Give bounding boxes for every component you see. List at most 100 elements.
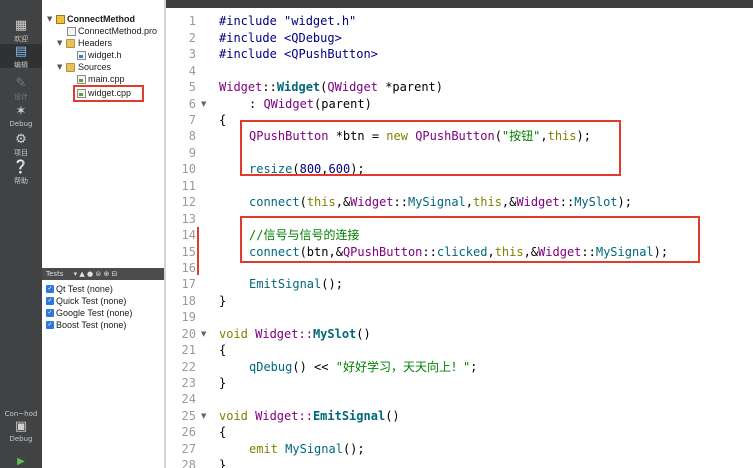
- tree-pro-file[interactable]: ConnectMethod.pro: [78, 25, 157, 37]
- code-line-26: {: [219, 424, 226, 440]
- line-number: 27: [181, 442, 196, 456]
- token: MySlot: [574, 195, 618, 209]
- line-number: 8: [188, 129, 196, 143]
- include-directive: #include "widget.h": [219, 14, 357, 28]
- token: EmitSignal: [312, 409, 386, 423]
- highlight-box-widget-cpp: [73, 85, 144, 102]
- line-number: 9: [188, 146, 196, 160]
- token: );: [617, 195, 632, 209]
- code-line-20: void Widget::MySlot(): [219, 326, 371, 342]
- code-line-2: #include <QDebug>: [219, 30, 342, 46]
- wrench-icon: ⚙: [15, 132, 27, 147]
- fold-toggle-icon[interactable]: ▼: [201, 326, 206, 342]
- tests-toolbar-icons[interactable]: ▾ ▲ ● ⊜ ⊕ ⊟: [74, 270, 118, 278]
- test-item[interactable]: ✓ Boost Test (none): [46, 320, 127, 331]
- tree-widget-h[interactable]: widget.h: [88, 49, 122, 61]
- checkbox-icon[interactable]: ✓: [46, 309, 54, 317]
- chevron-down-icon[interactable]: ▼: [57, 37, 62, 49]
- fold-toggle-icon[interactable]: ▼: [201, 96, 206, 112]
- code-line-21: {: [219, 342, 226, 358]
- token: Widget: [276, 80, 321, 94]
- token: Widget: [350, 195, 394, 209]
- line-number: 19: [181, 310, 196, 324]
- monitor-icon: ▣: [14, 419, 28, 434]
- code-line-12: connect(this,&Widget::MySignal,this,&Wid…: [219, 194, 632, 210]
- mode-project[interactable]: ⚙ 项目: [0, 132, 42, 157]
- line-number: 25: [181, 409, 196, 423]
- token: ::: [262, 80, 277, 94]
- line-number: 17: [181, 277, 196, 291]
- run-button[interactable]: ▶: [0, 456, 42, 468]
- test-label: Boost Test (none): [56, 320, 127, 330]
- line-number: 2: [188, 31, 196, 45]
- tree-headers[interactable]: Headers: [78, 37, 112, 49]
- line-number: 18: [181, 294, 196, 308]
- checkbox-icon[interactable]: ✓: [46, 285, 54, 293]
- token: {: [219, 113, 227, 127]
- mode-edit[interactable]: ▤ 编辑: [0, 44, 42, 69]
- tree-project[interactable]: ConnectMethod: [67, 13, 135, 25]
- project-icon: [56, 15, 65, 24]
- mode-debug[interactable]: ✶ Debug: [0, 104, 42, 128]
- line-number: 1: [188, 14, 196, 28]
- code-line-27: emit MySignal();: [219, 441, 365, 457]
- test-item[interactable]: ✓ Quick Test (none): [46, 296, 126, 307]
- mode-welcome[interactable]: ▦ 欢迎: [0, 18, 42, 43]
- bug-icon: ✶: [15, 104, 27, 119]
- tests-title: Tests: [46, 270, 64, 278]
- token: ();: [342, 442, 365, 456]
- include-directive: #include <QDebug>: [219, 31, 342, 45]
- line-number: 23: [181, 376, 196, 390]
- grid-icon: ▦: [14, 18, 28, 33]
- mode-help[interactable]: ❔ 帮助: [0, 160, 42, 185]
- header-file-icon: [77, 51, 86, 60]
- token: qDebug: [249, 360, 293, 374]
- token: ,&: [335, 195, 351, 209]
- token: EmitSignal: [249, 277, 322, 291]
- fold-toggle-icon[interactable]: ▼: [201, 408, 206, 424]
- token: }: [219, 294, 227, 308]
- line-number: 6: [188, 97, 196, 111]
- token: (: [299, 195, 307, 209]
- include-directive: #include <QPushButton>: [219, 47, 378, 61]
- line-number: 4: [188, 64, 196, 78]
- token: ,&: [501, 195, 517, 209]
- line-number: 5: [188, 80, 196, 94]
- token: this: [473, 195, 502, 209]
- folder-icon: [66, 39, 75, 48]
- line-number: 15: [181, 245, 196, 259]
- play-icon: ▶: [17, 456, 25, 467]
- token: QWidget: [263, 97, 315, 111]
- code-line-18: }: [219, 293, 226, 309]
- mode-help-label: 帮助: [14, 177, 28, 185]
- checkbox-icon[interactable]: ✓: [46, 297, 54, 305]
- code-line-7: {: [219, 112, 226, 128]
- chevron-down-icon[interactable]: ▼: [47, 13, 52, 25]
- token: ;: [470, 360, 478, 374]
- line-number: 22: [181, 360, 196, 374]
- token: {: [219, 343, 227, 357]
- test-item[interactable]: ✓ Google Test (none): [46, 308, 132, 319]
- chevron-down-icon[interactable]: ▼: [57, 61, 62, 73]
- token: *parent): [377, 80, 444, 94]
- kit-selector[interactable]: Con~hod ▣ Debug: [0, 410, 42, 454]
- tree-sources[interactable]: Sources: [78, 61, 111, 73]
- mode-edit-label: 编辑: [14, 61, 28, 69]
- mode-debug-label: Debug: [9, 120, 33, 128]
- pencil-icon: ✎: [15, 76, 27, 91]
- tree-main-cpp[interactable]: main.cpp: [88, 73, 125, 85]
- token: Widget::: [247, 327, 313, 341]
- code-line-3: #include <QPushButton>: [219, 46, 378, 62]
- mode-design: ✎ 设计: [0, 76, 42, 101]
- help-icon: ❔: [12, 160, 30, 175]
- token: emit: [249, 442, 278, 456]
- line-number: 24: [181, 392, 196, 406]
- test-item[interactable]: ✓ Qt Test (none): [46, 284, 113, 295]
- editor-tab-bar: [166, 0, 753, 8]
- test-label: Qt Test (none): [56, 284, 113, 294]
- token: QWidget: [327, 80, 378, 94]
- code-line-6: : QWidget(parent): [219, 96, 372, 112]
- line-number: 26: [181, 425, 196, 439]
- checkbox-icon[interactable]: ✓: [46, 321, 54, 329]
- code-line-1: #include "widget.h": [219, 13, 356, 29]
